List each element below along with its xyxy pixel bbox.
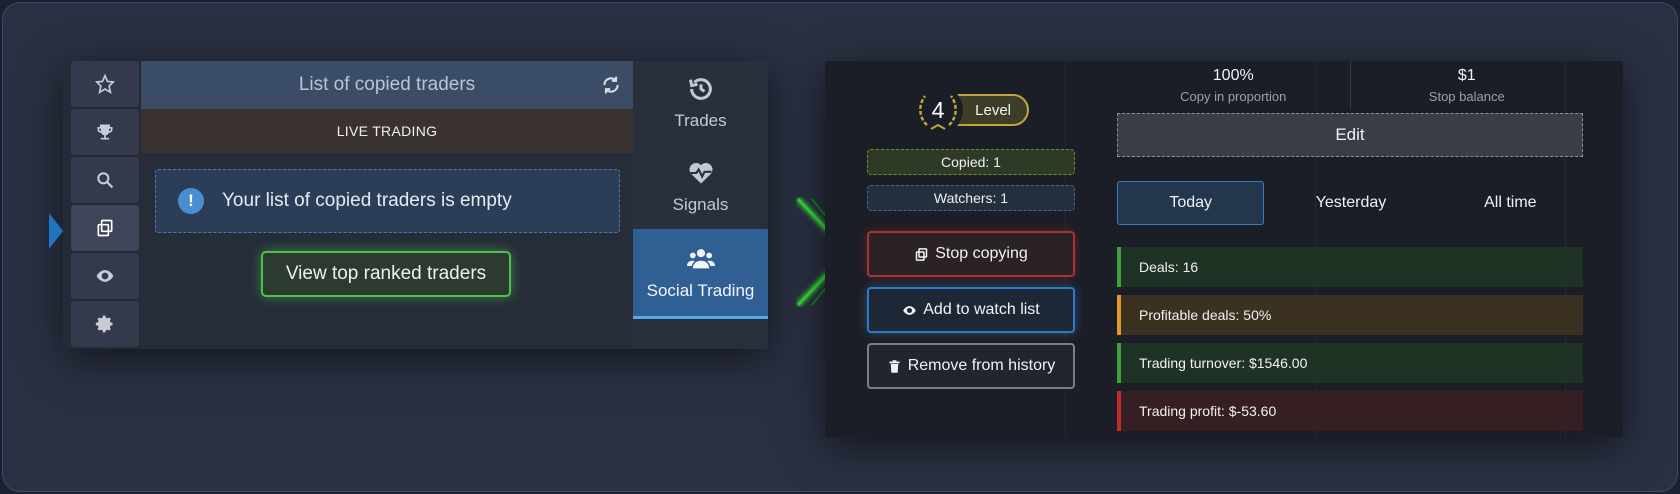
tab-yesterday[interactable]: Yesterday [1278, 181, 1423, 225]
tournaments-nav-button[interactable] [71, 109, 139, 155]
copy-settings: 100% Copy in proportion $1 Stop balance [1117, 61, 1583, 109]
live-trading-label: LIVE TRADING [336, 123, 438, 139]
side-item-trades-label: Trades [674, 111, 727, 130]
stop-balance-label: Stop balance [1428, 88, 1505, 104]
live-trading-bar: LIVE TRADING [141, 109, 633, 153]
eye-icon [96, 270, 114, 282]
heartbeat-icon [689, 163, 712, 184]
star-icon [95, 74, 115, 94]
side-item-signals-label: Signals [672, 195, 729, 214]
remove-from-history-label: Remove from history [907, 357, 1056, 374]
copied-traders-panel: List of copied traders LIVE TRADING ! Yo… [49, 61, 768, 349]
stop-copying-label: Stop copying [935, 245, 1028, 262]
trader-detail-panel: Level 4 Copied: 1 Watchers: 1 Stop copyi… [825, 61, 1623, 437]
level-number: 4 [931, 96, 945, 123]
add-to-watch-list-button[interactable]: Add to watch list [867, 287, 1075, 333]
search-icon [97, 172, 114, 189]
trading-profit-metric: Trading profit: $-53.60 [1117, 391, 1583, 431]
copy-trading-nav-button[interactable] [71, 205, 139, 251]
copy-proportion: 100% Copy in proportion [1117, 61, 1350, 109]
copied-count-label: Copied: 1 [941, 154, 1001, 170]
copy-icon [97, 219, 113, 237]
empty-message: Your list of copied traders is empty [222, 190, 512, 211]
edit-button[interactable]: Edit [1117, 113, 1583, 157]
gear-icon [95, 315, 113, 333]
trader-level: Level 4 [913, 85, 1033, 135]
trash-icon [889, 359, 900, 373]
history-icon [688, 78, 712, 100]
app-frame: List of copied traders LIVE TRADING ! Yo… [2, 2, 1678, 492]
watchers-count-label: Watchers: 1 [933, 190, 1009, 206]
view-top-ranked-button[interactable]: View top ranked traders [261, 251, 511, 297]
tab-all-time[interactable]: All time [1438, 181, 1583, 225]
stop-balance: $1 Stop balance [1349, 61, 1584, 109]
trading-turnover-metric: Trading turnover: $1546.00 [1117, 343, 1583, 383]
info-icon: ! [178, 188, 204, 214]
stop-copying-button[interactable]: Stop copying [867, 231, 1075, 277]
side-item-social-label: Social Trading [646, 280, 755, 300]
side-item-signals[interactable]: Signals [633, 145, 768, 229]
left-nav [71, 61, 139, 349]
copy-proportion-label: Copy in proportion [1180, 88, 1287, 104]
active-nav-marker [49, 213, 63, 249]
panel-header: List of copied traders [141, 61, 633, 109]
refresh-icon[interactable] [601, 75, 621, 95]
stop-balance-value: $1 [1457, 66, 1476, 84]
watchers-count-badge: Watchers: 1 [867, 185, 1075, 211]
period-tabs: Today Yesterday All time [1117, 181, 1583, 225]
copied-traders-content: List of copied traders LIVE TRADING ! Yo… [141, 61, 633, 349]
level-label: Level [975, 101, 1011, 119]
tab-today[interactable]: Today [1117, 181, 1265, 225]
trophy-icon [97, 124, 113, 140]
copied-count-badge: Copied: 1 [867, 149, 1075, 175]
users-icon [686, 248, 715, 268]
eye-icon [903, 305, 916, 315]
side-menu: Trades Signals Social Trading [633, 61, 768, 349]
favorites-nav-button[interactable] [71, 61, 139, 107]
search-nav-button[interactable] [71, 157, 139, 203]
side-item-social-trading[interactable]: Social Trading [633, 229, 768, 319]
side-item-trades[interactable]: Trades [633, 61, 768, 145]
watch-nav-button[interactable] [71, 253, 139, 299]
profitable-deals-metric: Profitable deals: 50% [1117, 295, 1583, 335]
empty-state-notice: ! Your list of copied traders is empty [155, 169, 620, 233]
deals-metric: Deals: 16 [1117, 247, 1583, 287]
copy-icon [915, 247, 928, 261]
copy-proportion-value: 100% [1212, 66, 1254, 84]
settings-nav-button[interactable] [71, 301, 139, 347]
panel-title: List of copied traders [298, 74, 476, 95]
add-to-watch-list-label: Add to watch list [923, 301, 1040, 318]
remove-from-history-button[interactable]: Remove from history [867, 343, 1075, 389]
